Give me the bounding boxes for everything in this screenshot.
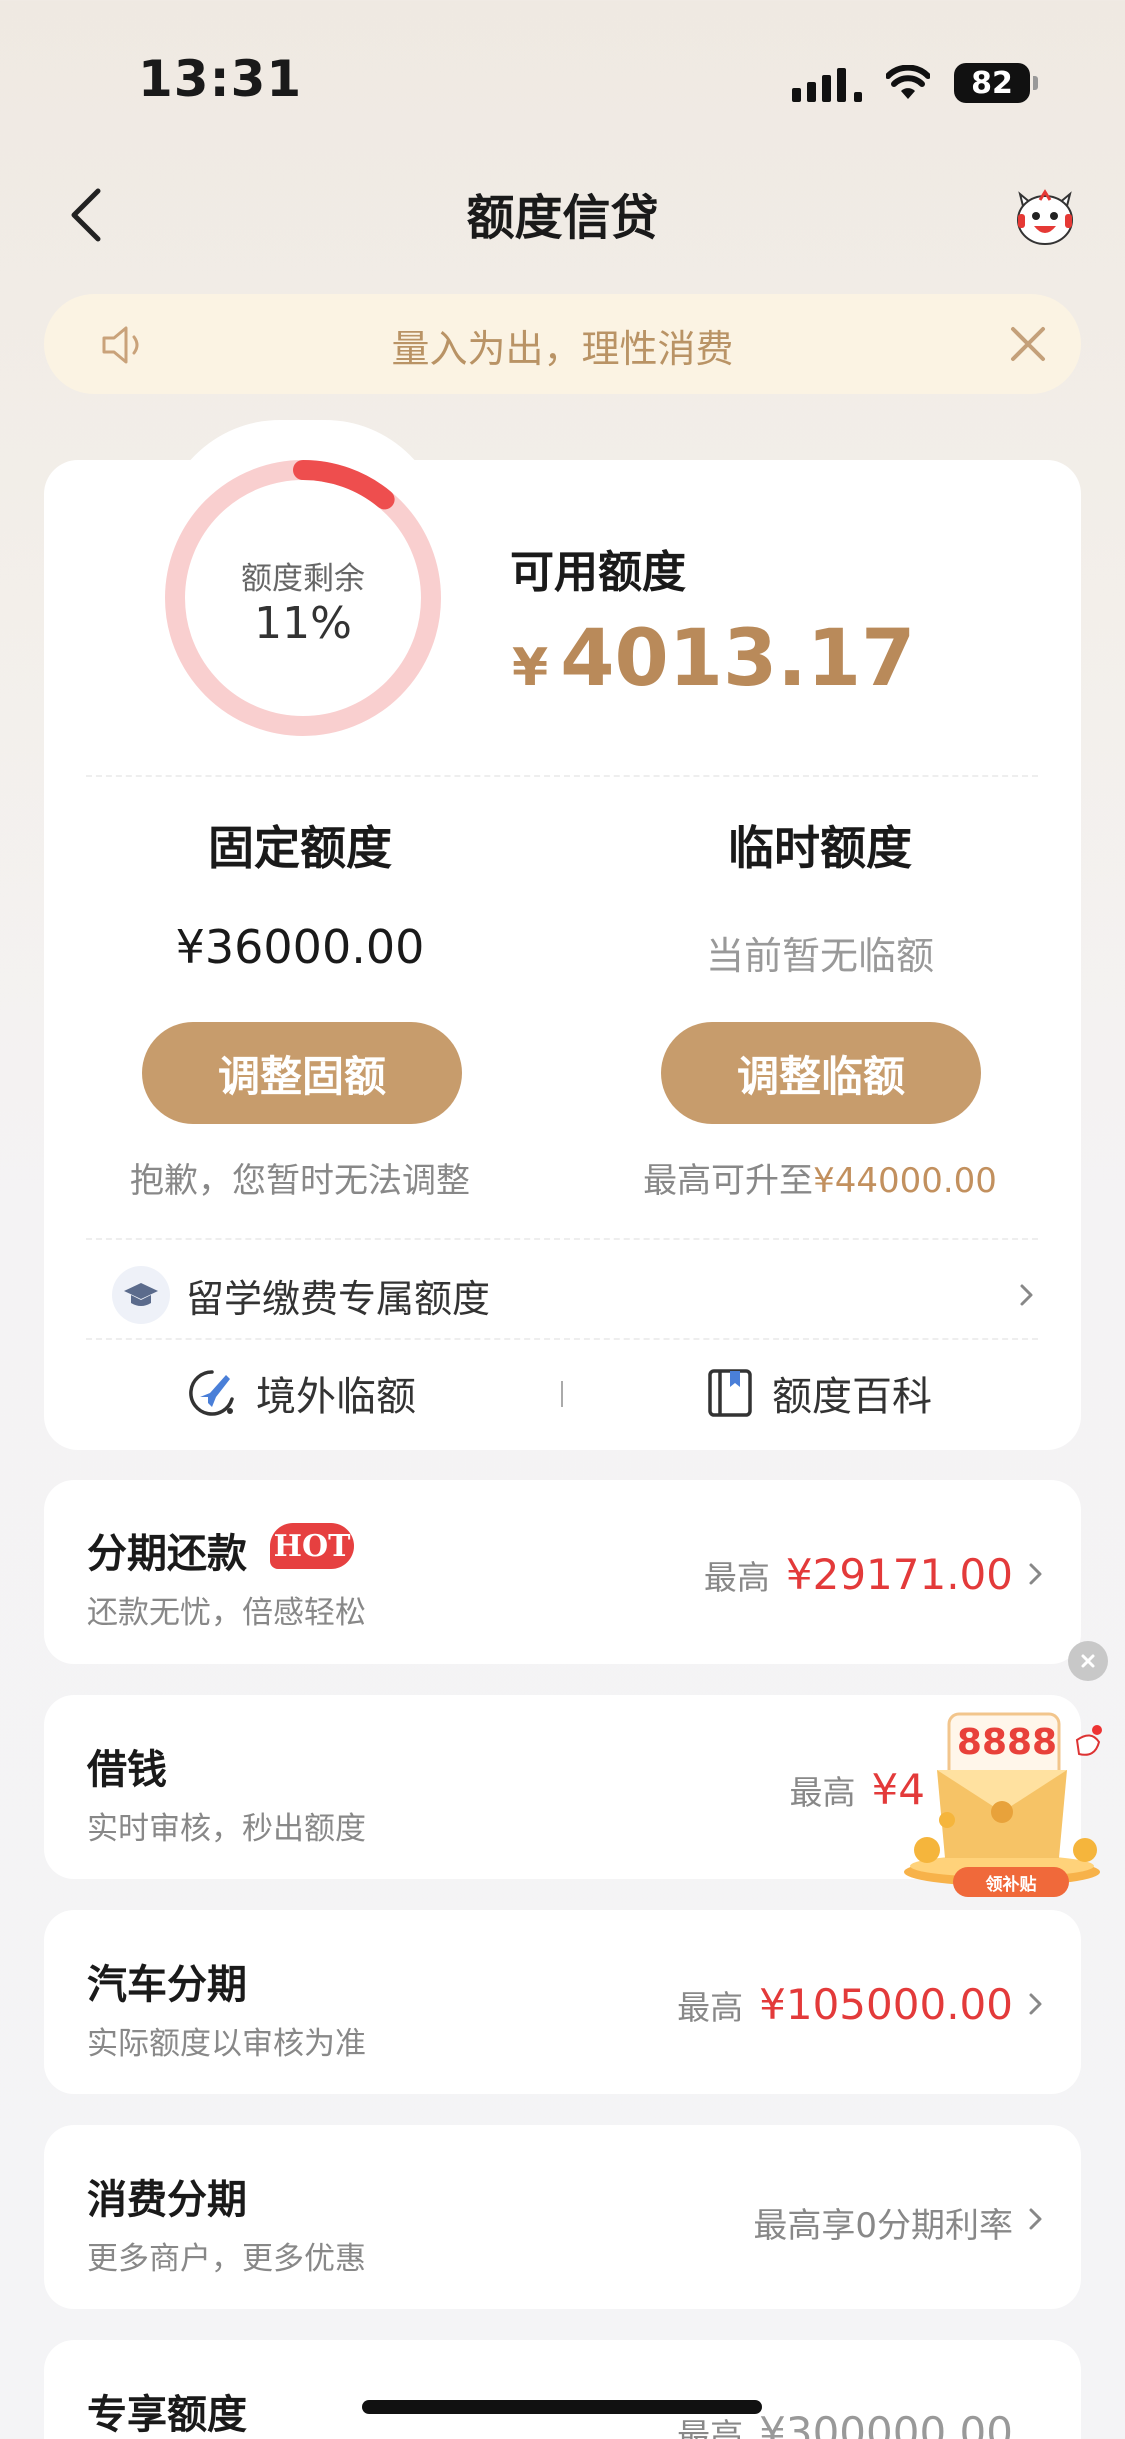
- consumer-installment-subtitle: 更多商户，更多优惠: [87, 2233, 366, 2278]
- ring-percent: 11%: [163, 598, 443, 649]
- overseas-quota-label: 境外临额: [256, 1364, 416, 1422]
- ring-label: 额度剩余: [163, 553, 443, 598]
- installment-repay-amount: ¥29171.00: [786, 1550, 1013, 1599]
- status-icons: 82: [792, 58, 1030, 108]
- notice-text: 量入为出，理性消费: [0, 318, 1125, 373]
- status-time: 13:31: [138, 50, 302, 108]
- installment-repay-title: 分期还款: [87, 1521, 247, 1579]
- consumer-installment-promo: 最高享0分期利率: [753, 2198, 1013, 2247]
- fixed-quota-note: 抱歉，您暂时无法调整: [100, 1153, 500, 1202]
- promo-amount: 8888: [952, 1722, 1062, 1763]
- consumer-installment-title: 消费分期: [87, 2167, 247, 2225]
- quota-wiki-link[interactable]: 额度百科: [706, 1363, 932, 1423]
- mascot-service-icon[interactable]: [1010, 180, 1080, 250]
- exclusive-quota-title: 专享额度: [87, 2382, 247, 2439]
- wifi-icon: [886, 65, 930, 101]
- temp-note-prefix: 最高可升至: [643, 1161, 813, 1201]
- chevron-right-icon: [1027, 1560, 1045, 1588]
- close-icon: [1078, 1651, 1098, 1671]
- book-icon: [706, 1367, 754, 1419]
- max-prefix: 最高: [677, 1988, 743, 2027]
- cellular-signal-icon: [792, 64, 862, 102]
- divider: [86, 775, 1038, 777]
- close-icon[interactable]: [1005, 321, 1051, 367]
- car-installment-amount: ¥105000.00: [759, 1980, 1013, 2029]
- divider: [86, 1238, 1038, 1240]
- installment-repay-max: 最高 ¥29171.00: [704, 1550, 1013, 1599]
- borrow-title: 借钱: [87, 1737, 167, 1795]
- graduation-cap-icon: [112, 1266, 170, 1324]
- battery-indicator: 82: [954, 63, 1030, 103]
- fixed-quota-value: ¥36000.00: [100, 920, 500, 974]
- overseas-quota-link[interactable]: 境外临额: [186, 1363, 416, 1423]
- hot-badge: HOT: [270, 1523, 354, 1569]
- borrow-subtitle: 实时审核，秒出额度: [87, 1803, 366, 1848]
- page-title: 额度信贷: [0, 178, 1125, 248]
- car-installment-max: 最高 ¥105000.00: [677, 1980, 1013, 2029]
- fixed-quota-title: 固定额度: [100, 812, 500, 878]
- claim-subsidy-button[interactable]: 领补贴: [953, 1867, 1069, 1897]
- available-quota-amount: ¥4013.17: [512, 614, 915, 704]
- max-prefix: 最高: [790, 1773, 856, 1812]
- temp-quota-value: 当前暂无临额: [620, 925, 1020, 980]
- max-prefix: 最高: [677, 2416, 743, 2439]
- car-installment-title: 汽车分期: [87, 1952, 247, 2010]
- chevron-right-icon: [1016, 1280, 1038, 1310]
- promo-close-button[interactable]: [1068, 1641, 1108, 1681]
- car-installment-subtitle: 实际额度以审核为准: [87, 2018, 366, 2063]
- installment-repay-subtitle: 还款无忧，倍感轻松: [87, 1587, 366, 1632]
- chevron-right-icon: [1027, 2205, 1045, 2233]
- study-quota-label: 留学缴费专属额度: [186, 1268, 490, 1323]
- adjust-temp-button[interactable]: 调整临额: [661, 1022, 981, 1124]
- adjust-fixed-button[interactable]: 调整固额: [142, 1022, 462, 1124]
- exclusive-quota-amount: ¥300000.00: [759, 2408, 1013, 2439]
- currency-symbol: ¥: [512, 638, 548, 698]
- study-quota-row[interactable]: 留学缴费专属额度: [86, 1265, 1038, 1325]
- link-separator: [561, 1381, 563, 1407]
- temp-note-amount: ¥44000.00: [813, 1161, 997, 1201]
- temp-quota-note: 最高可升至¥44000.00: [620, 1153, 1020, 1202]
- plane-globe-icon: [186, 1367, 238, 1419]
- divider: [86, 1338, 1038, 1340]
- available-quota-label: 可用额度: [510, 536, 686, 600]
- available-amount: 4013.17: [560, 614, 915, 704]
- quota-wiki-label: 额度百科: [772, 1364, 932, 1422]
- home-indicator: [362, 2400, 762, 2414]
- max-prefix: 最高: [704, 1558, 770, 1597]
- chevron-right-icon: [1027, 1990, 1045, 2018]
- temp-quota-title: 临时额度: [620, 812, 1020, 878]
